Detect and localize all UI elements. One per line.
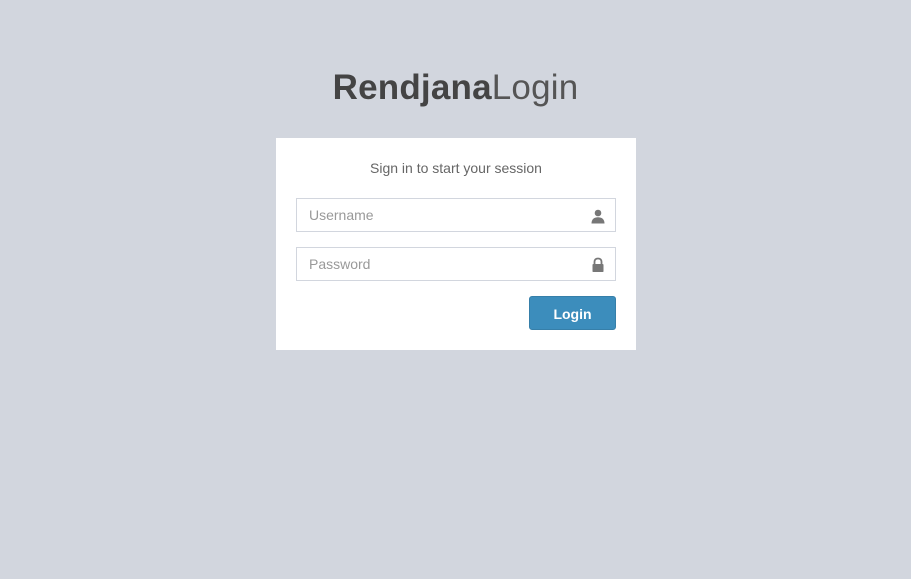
login-box: Sign in to start your session Login xyxy=(276,138,636,350)
login-button[interactable]: Login xyxy=(529,296,616,330)
username-field xyxy=(296,198,616,232)
app-logo: RendjanaLogin xyxy=(0,66,911,110)
user-icon xyxy=(590,208,606,224)
lock-icon xyxy=(590,257,606,273)
password-input[interactable] xyxy=(297,248,615,280)
username-input[interactable] xyxy=(297,199,615,231)
login-box-message: Sign in to start your session xyxy=(370,160,542,176)
logo-suffix: Login xyxy=(491,68,579,107)
logo-brand: Rendjana xyxy=(332,68,492,107)
password-field xyxy=(296,247,616,281)
